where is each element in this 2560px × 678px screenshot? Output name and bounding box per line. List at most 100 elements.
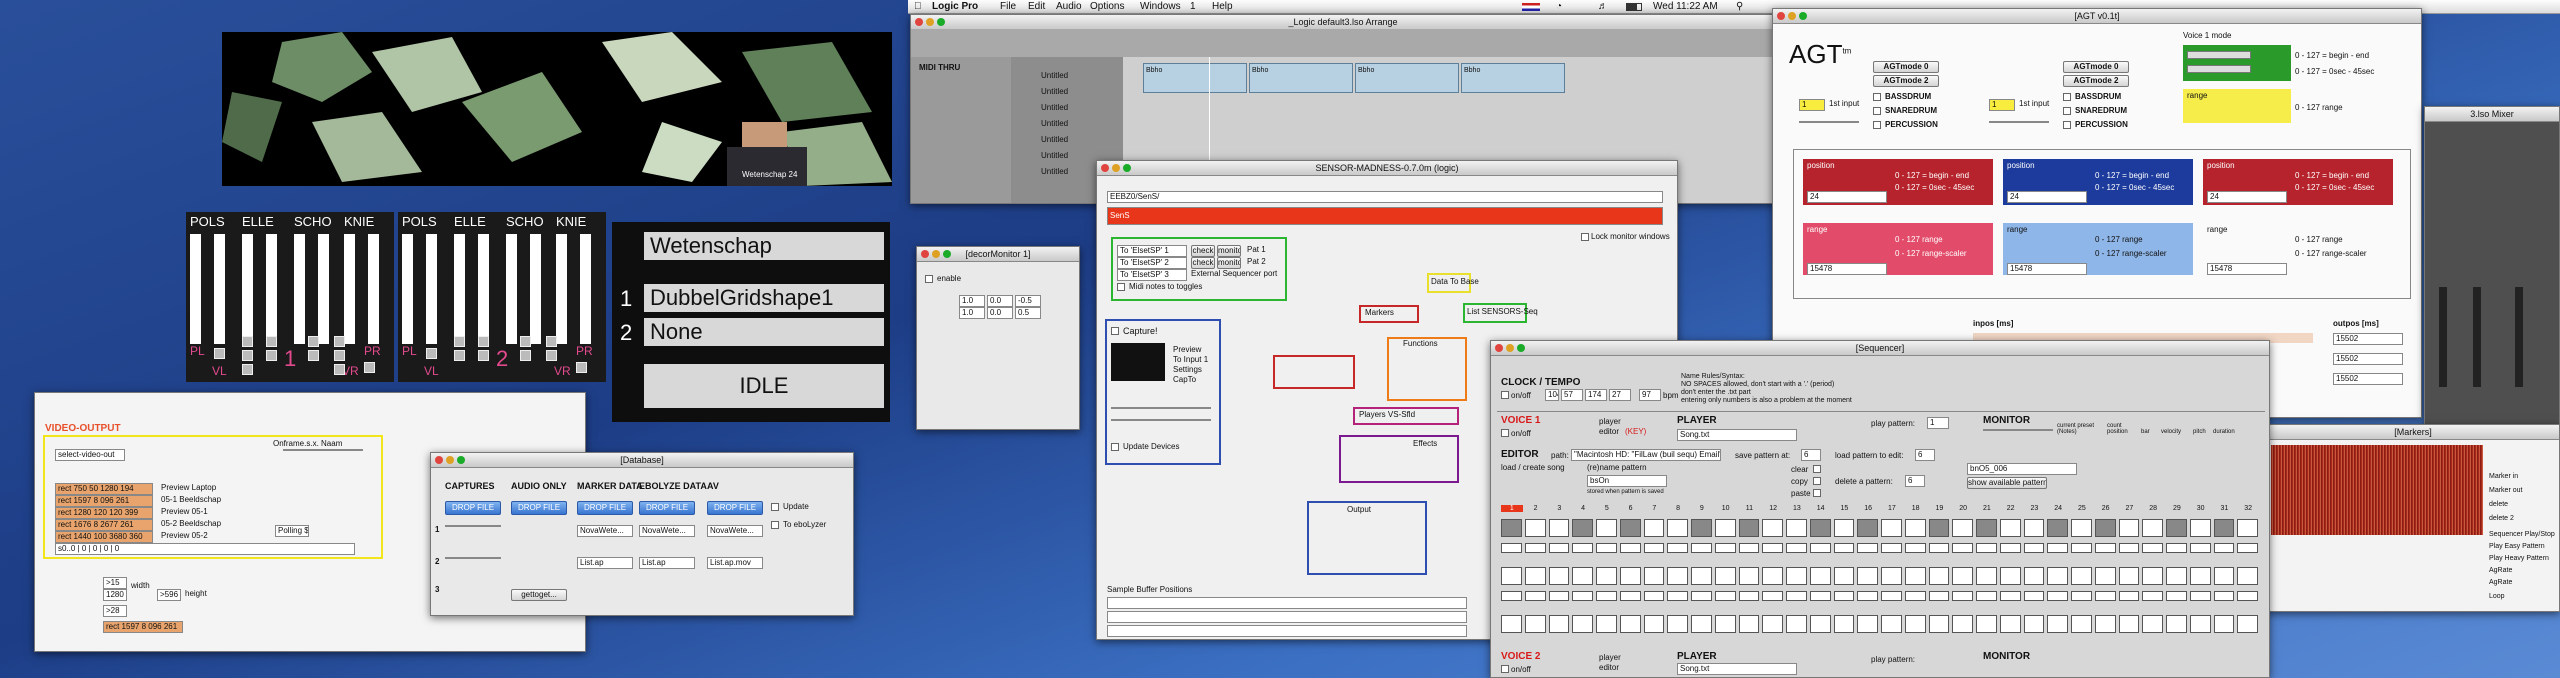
logic-track-5[interactable]: Untitled bbox=[1041, 135, 1068, 144]
db-ebolyze-1[interactable]: NovaWete... bbox=[639, 525, 695, 537]
seq-voice2-player-radio[interactable]: player bbox=[1599, 653, 1621, 662]
agt-input-field-4[interactable] bbox=[1989, 121, 2049, 123]
video-output-rect-3[interactable]: rect 1280 120 120 399 bbox=[55, 507, 153, 519]
seq-step-cell[interactable] bbox=[2047, 567, 2068, 585]
sensor-midi-btn-b[interactable]: monitor bbox=[1217, 245, 1241, 257]
minimize-button[interactable] bbox=[1506, 344, 1514, 352]
markers-item-4[interactable]: delete 2 bbox=[2489, 515, 2514, 522]
markers-item-3[interactable]: delete bbox=[2489, 501, 2508, 508]
agt-range-val-3[interactable]: 15478 bbox=[2207, 263, 2287, 275]
markers-waveform[interactable] bbox=[2271, 445, 2483, 535]
seq-step-cell[interactable] bbox=[1619, 567, 1641, 585]
db-av-2[interactable]: List.ap.mov bbox=[707, 557, 763, 569]
decor-field-5[interactable]: 0.0 bbox=[987, 307, 1013, 319]
seq-voice1-onoff[interactable] bbox=[1501, 429, 1509, 437]
menu-one[interactable]: 1 bbox=[1190, 0, 1196, 14]
db-update-checkbox[interactable] bbox=[771, 503, 779, 511]
seq-name-field[interactable]: bsOn bbox=[1587, 475, 1667, 487]
agt-out-2[interactable]: 15502 bbox=[2333, 353, 2403, 365]
markers-item-1[interactable]: Marker in bbox=[2489, 473, 2518, 480]
grid-toggle[interactable] bbox=[214, 348, 225, 359]
minimize-button[interactable] bbox=[446, 456, 454, 464]
seq-step-cell[interactable] bbox=[2142, 591, 2163, 601]
zoom-button[interactable] bbox=[1799, 12, 1807, 20]
seq-step-cell[interactable] bbox=[1833, 567, 1855, 585]
seq-step-cell[interactable] bbox=[2189, 567, 2211, 585]
seq-step-cell[interactable] bbox=[2237, 591, 2258, 601]
sensor-capture-checkbox[interactable] bbox=[1111, 327, 1119, 335]
db-drop-marker[interactable]: DROP FILE bbox=[577, 501, 633, 515]
seq-play-pattern-val[interactable]: 1 bbox=[1927, 417, 1949, 429]
grid-toggle[interactable] bbox=[364, 362, 375, 373]
seq-step-cell[interactable] bbox=[1619, 615, 1641, 633]
minimize-button[interactable] bbox=[926, 18, 934, 26]
video-output-num-a[interactable]: >15 bbox=[103, 577, 127, 589]
grid-toggle[interactable] bbox=[454, 350, 465, 361]
seq-step-cell[interactable] bbox=[1999, 615, 2021, 633]
seq-step-cell[interactable] bbox=[2237, 519, 2258, 537]
seq-step-cell[interactable] bbox=[2166, 567, 2187, 585]
sequencer-titlebar[interactable]: [Sequencer] bbox=[1491, 341, 2269, 356]
seq-step-cell[interactable] bbox=[1643, 567, 1665, 585]
seq-step-cell[interactable] bbox=[2071, 519, 2092, 537]
seq-step-cell[interactable] bbox=[1548, 567, 1570, 585]
grid-toggle[interactable] bbox=[426, 348, 437, 359]
seq-step-cell[interactable] bbox=[2047, 519, 2068, 537]
seq-step-cell[interactable] bbox=[1809, 615, 1831, 633]
grid-toggle[interactable] bbox=[242, 350, 253, 361]
agt-out-3[interactable]: 15502 bbox=[2333, 373, 2403, 385]
close-button[interactable] bbox=[1495, 344, 1503, 352]
agt-pos-val-2[interactable]: 24 bbox=[2007, 191, 2087, 203]
menu-file[interactable]: File bbox=[1000, 0, 1016, 14]
seq-step-cell[interactable] bbox=[1952, 543, 1973, 553]
agt-titlebar[interactable]: [AGT v0.1t] bbox=[1773, 9, 2421, 24]
close-button[interactable] bbox=[1777, 12, 1785, 20]
seq-step-cell[interactable] bbox=[1572, 567, 1593, 585]
markers-item-9[interactable]: AgRate bbox=[2489, 579, 2512, 586]
grid-toggle[interactable] bbox=[520, 336, 531, 347]
video-output-poll[interactable]: Polling $1 bbox=[275, 525, 309, 537]
video-output-sel[interactable]: select-video-out bbox=[55, 449, 125, 461]
zoom-button[interactable] bbox=[937, 18, 945, 26]
close-button[interactable] bbox=[1101, 164, 1109, 172]
agt-pos-val-3[interactable]: 24 bbox=[2207, 191, 2287, 203]
seq-step-cell[interactable] bbox=[1857, 519, 1878, 537]
seq-clock-onoff[interactable] bbox=[1501, 391, 1509, 399]
agt-mode-b1[interactable]: AGTmode 0 bbox=[2063, 61, 2129, 73]
seq-path-field[interactable]: "Macintosh HD: "FilLaw (buil sequ) Email… bbox=[1571, 449, 1721, 461]
mixer-fader[interactable] bbox=[2439, 287, 2447, 387]
seq-step-cell[interactable] bbox=[2237, 567, 2258, 585]
seq-step-cell[interactable] bbox=[1928, 591, 1950, 601]
seq-step-cell[interactable] bbox=[1667, 543, 1688, 553]
agt-snare-check-2[interactable] bbox=[2063, 107, 2071, 115]
seq-step-cell[interactable] bbox=[1833, 543, 1855, 553]
zoom-button[interactable] bbox=[1123, 164, 1131, 172]
markers-item-7[interactable]: Play Heavy Pattern bbox=[2489, 555, 2549, 562]
grid-toggle[interactable] bbox=[478, 350, 489, 361]
seq-step-cell[interactable] bbox=[1976, 567, 1997, 585]
decor-field-3[interactable]: -0.5 bbox=[1015, 295, 1041, 307]
markers-titlebar[interactable]: [Markers] bbox=[2267, 425, 2559, 440]
seq-step-cell[interactable] bbox=[2094, 519, 2116, 537]
zoom-button[interactable] bbox=[457, 456, 465, 464]
mixer-fader[interactable] bbox=[2473, 287, 2481, 387]
sensor-buffer-row[interactable] bbox=[1107, 611, 1467, 623]
menu-options[interactable]: Options bbox=[1090, 0, 1124, 14]
sensor-path-field[interactable]: EEBZ0/SenS/ bbox=[1107, 191, 1663, 203]
seq-step-cell[interactable] bbox=[1904, 519, 1926, 537]
video-output-rect-1[interactable]: rect 750 50 1280 194 bbox=[55, 483, 153, 495]
agt-green-slider-1[interactable] bbox=[2187, 51, 2251, 59]
grid-toggle[interactable] bbox=[242, 336, 253, 347]
seq-step-cell[interactable] bbox=[1524, 615, 1546, 633]
db-marker-2[interactable]: List.ap bbox=[577, 557, 633, 569]
seq-step-cell[interactable] bbox=[1691, 615, 1712, 633]
seq-step-cell[interactable] bbox=[1548, 543, 1570, 553]
seq-clock-val-4[interactable]: 27 bbox=[1609, 389, 1631, 401]
agt-bass-check-1[interactable] bbox=[1873, 93, 1881, 101]
battery-icon[interactable] bbox=[1626, 3, 1642, 11]
logic-region[interactable]: Bbho bbox=[1355, 63, 1459, 93]
seq-step-cell[interactable] bbox=[1952, 567, 1973, 585]
seq-step-cell[interactable] bbox=[1786, 615, 1807, 633]
seq-step-cell[interactable] bbox=[1976, 543, 1997, 553]
video-output-rect-5[interactable]: rect 1440 100 3680 360 bbox=[55, 531, 153, 543]
